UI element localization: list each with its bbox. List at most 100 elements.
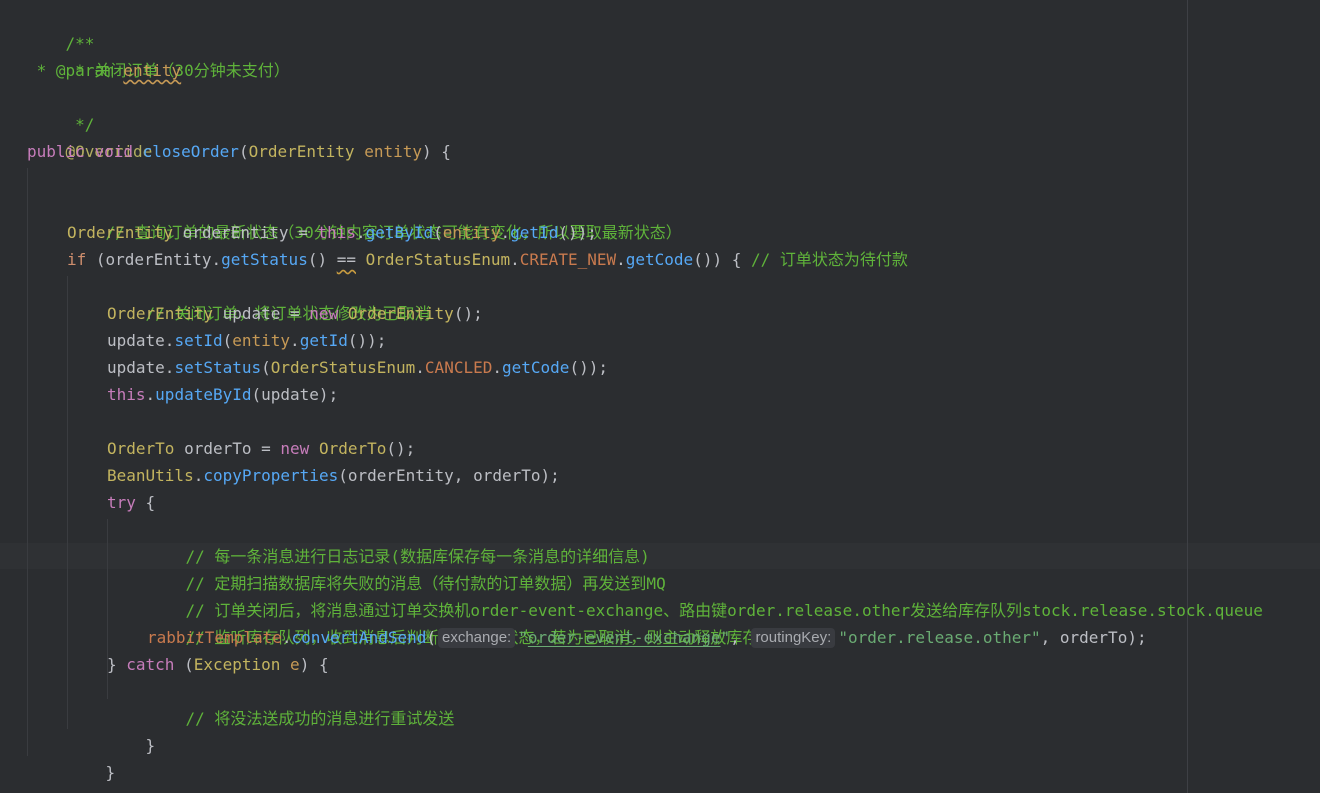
code-text: update = bbox=[212, 304, 310, 323]
method-call: getId bbox=[299, 331, 348, 350]
signature-tail: ) { bbox=[421, 142, 451, 161]
equality-warning[interactable]: == bbox=[337, 250, 356, 269]
param-hint-routing-key: routingKey: bbox=[751, 628, 836, 648]
keyword-catch: catch bbox=[126, 655, 175, 674]
code-text: ) { bbox=[299, 655, 329, 674]
code-text: (orderEntity, orderTo); bbox=[338, 466, 560, 485]
type-name: OrderStatusEnum bbox=[365, 250, 511, 269]
param-ref: entity bbox=[442, 223, 501, 242]
javadoc-star: * bbox=[27, 61, 56, 80]
code-editor[interactable]: /** * 关闭订单（30分钟未支付） * @param entity */ @… bbox=[0, 0, 1320, 793]
method-call: getCode bbox=[502, 358, 570, 377]
code-text: , orderTo); bbox=[1040, 628, 1147, 647]
method-call: getCode bbox=[625, 250, 694, 269]
code-text: ()); bbox=[569, 358, 608, 377]
code-line[interactable]: public void closeOrder(OrderEntity entit… bbox=[27, 138, 451, 165]
code-text: orderTo = bbox=[174, 439, 281, 458]
type-name: OrderEntity bbox=[67, 223, 173, 242]
code-line[interactable]: // 查询订单的最新状态（30分钟内容订单状态可能有变化，所以要取最新状态） bbox=[67, 192, 682, 242]
type-name: OrderTo bbox=[107, 439, 175, 458]
string-exchange[interactable]: order-event-exchange bbox=[528, 628, 721, 647]
comment-retry: // 将没法送成功的消息进行重试发送 bbox=[185, 709, 455, 728]
code-text: update. bbox=[107, 331, 175, 350]
param-ref: entity bbox=[232, 331, 291, 350]
method-call: getById bbox=[365, 223, 434, 242]
keyword-try: try bbox=[107, 493, 136, 512]
method-call: setId bbox=[174, 331, 223, 350]
code-line[interactable]: try { bbox=[107, 489, 155, 516]
code-line[interactable]: this.updateById(update); bbox=[107, 381, 338, 408]
code-text: (orderEntity. bbox=[86, 250, 222, 269]
keyword-new: new bbox=[309, 304, 339, 323]
code-line[interactable]: */ bbox=[27, 84, 94, 134]
code-line[interactable]: OrderEntity update = new OrderEntity(); bbox=[107, 300, 483, 327]
param-type: OrderEntity bbox=[248, 142, 355, 161]
code-line[interactable]: update.setId(entity.getId()); bbox=[107, 327, 386, 354]
code-line[interactable]: // 监听库存队列，收到消息后判断该订单的状态，若为已取消，则主动释放库存 bbox=[147, 597, 759, 647]
code-line[interactable]: BeanUtils.copyProperties(orderEntity, or… bbox=[107, 462, 560, 489]
comment-inline: // 订单状态为待付款 bbox=[750, 250, 908, 269]
closing-brace: } bbox=[145, 736, 156, 755]
closing-brace: } bbox=[105, 763, 116, 782]
code-text: ()) { bbox=[693, 250, 751, 269]
code-line[interactable]: // 订单关闭后，将消息通过订单交换机order-event-exchange、… bbox=[147, 570, 1263, 620]
code-text: (); bbox=[453, 304, 483, 323]
keyword-new: new bbox=[280, 439, 310, 458]
keyword-void: void bbox=[94, 142, 133, 161]
code-text: } bbox=[107, 655, 127, 674]
type-name: OrderStatusEnum bbox=[270, 358, 416, 377]
code-line[interactable]: // 将没法送成功的消息进行重试发送 bbox=[147, 678, 455, 728]
keyword-if: if bbox=[67, 250, 87, 269]
method-call: copyProperties bbox=[203, 466, 339, 485]
enum-constant: CREATE_NEW bbox=[519, 250, 617, 269]
code-line[interactable]: if (orderEntity.getStatus() == OrderStat… bbox=[67, 246, 908, 273]
code-line[interactable]: // 每一条消息进行日志记录(数据库保存每一条消息的详细信息) bbox=[147, 516, 650, 566]
javadoc-param-tag: @param bbox=[55, 61, 114, 80]
type-name: OrderTo bbox=[318, 439, 387, 458]
param-hint-exchange: exchange: bbox=[438, 628, 516, 648]
indent-guide bbox=[27, 168, 28, 756]
code-text: (update); bbox=[251, 385, 339, 404]
right-margin-guide bbox=[1187, 0, 1188, 793]
method-call: getStatus bbox=[221, 250, 308, 269]
code-line[interactable]: OrderTo orderTo = new OrderTo(); bbox=[107, 435, 415, 462]
code-text: (); bbox=[386, 439, 416, 458]
code-line[interactable]: update.setStatus(OrderStatusEnum.CANCLED… bbox=[107, 354, 608, 381]
method-name: closeOrder bbox=[142, 142, 239, 161]
field-ref: rabbitTemplate bbox=[147, 628, 282, 647]
indent-guide bbox=[67, 276, 68, 729]
code-text: ()); bbox=[347, 331, 387, 350]
code-line[interactable]: } catch (Exception e) { bbox=[107, 651, 329, 678]
code-line[interactable]: @Override bbox=[27, 111, 153, 161]
keyword-this: this bbox=[107, 385, 146, 404]
code-line[interactable]: } bbox=[27, 759, 76, 793]
type-name: Exception bbox=[193, 655, 281, 674]
type-name: OrderEntity bbox=[107, 304, 213, 323]
code-line[interactable]: } bbox=[67, 732, 116, 782]
method-call: setStatus bbox=[174, 358, 262, 377]
method-call: convertAndSend bbox=[291, 628, 427, 647]
param-name: e bbox=[290, 655, 300, 674]
code-text: { bbox=[135, 493, 156, 512]
method-call: updateById bbox=[155, 385, 252, 404]
method-call: getId bbox=[510, 223, 559, 242]
code-line[interactable]: /** bbox=[27, 3, 95, 53]
type-name: OrderEntity bbox=[347, 304, 454, 323]
javadoc-param-name: entity bbox=[123, 61, 182, 80]
code-line[interactable]: } bbox=[107, 705, 156, 755]
param-name: entity bbox=[364, 142, 422, 161]
code-line[interactable]: OrderEntity orderEntity = this.getById(e… bbox=[67, 219, 597, 246]
code-line[interactable]: rabbitTemplate.convertAndSend(exchange: "… bbox=[147, 624, 1147, 651]
enum-constant: CANCLED bbox=[424, 358, 493, 377]
code-text: ()); bbox=[558, 223, 597, 242]
string-routing-key: "order.release.other" bbox=[838, 628, 1041, 647]
code-line[interactable]: // 关闭订单，将订单状态修改为已取消 bbox=[107, 273, 431, 323]
code-line[interactable]: * 关闭订单（30分钟未支付） bbox=[27, 30, 290, 80]
code-line[interactable]: // 定期扫描数据库将失败的消息（待付款的订单数据）再发送到MQ bbox=[147, 543, 666, 593]
keyword-public: public bbox=[27, 142, 85, 161]
type-name: BeanUtils bbox=[107, 466, 194, 485]
code-text: orderEntity = bbox=[172, 223, 318, 242]
keyword-this: this bbox=[317, 223, 356, 242]
code-text: update. bbox=[107, 358, 175, 377]
code-line[interactable]: * @param entity bbox=[27, 57, 182, 84]
